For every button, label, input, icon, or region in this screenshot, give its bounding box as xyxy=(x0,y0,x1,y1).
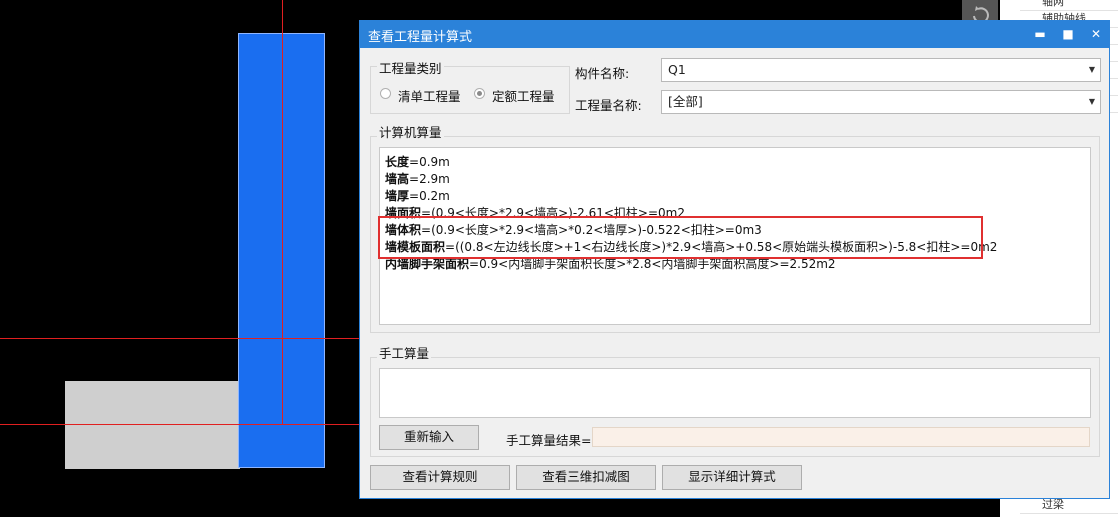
axis-line-vertical xyxy=(282,0,283,425)
radio-quota-quantity[interactable] xyxy=(474,88,485,99)
dialog-title: 查看工程量计算式 xyxy=(368,30,473,45)
chevron-down-icon[interactable]: ▼ xyxy=(1089,59,1095,81)
radio-list-quantity[interactable] xyxy=(380,88,391,99)
view-calc-rules-button[interactable]: 查看计算规则 xyxy=(370,465,510,490)
radio-quota-quantity-label[interactable]: 定额工程量 xyxy=(492,86,555,105)
slab-shape xyxy=(65,381,240,469)
close-icon[interactable]: ✕ xyxy=(1088,25,1104,43)
radio-list-quantity-label[interactable]: 清单工程量 xyxy=(398,86,461,105)
quantity-name-select[interactable]: [全部] ▼ xyxy=(661,90,1101,114)
calc-line: 长度=0.9m xyxy=(385,155,450,169)
axis-line-horizontal-1 xyxy=(0,338,360,339)
reenter-button[interactable]: 重新输入 xyxy=(379,425,479,450)
quantity-type-label: 工程量类别 xyxy=(377,58,444,77)
component-name-value: Q1 xyxy=(668,62,686,77)
manual-result-field[interactable] xyxy=(592,427,1090,447)
quantity-name-label: 工程量名称: xyxy=(575,98,642,113)
show-detailed-formula-button[interactable]: 显示详细计算式 xyxy=(662,465,802,490)
axis-line-horizontal-2 xyxy=(0,424,360,425)
manual-calc-label: 手工算量 xyxy=(377,343,432,362)
calc-line: 墙厚=0.2m xyxy=(385,189,450,203)
quantity-name-value: [全部] xyxy=(668,94,703,109)
chevron-down-icon[interactable]: ▼ xyxy=(1089,91,1095,113)
component-name-select[interactable]: Q1 ▼ xyxy=(661,58,1101,82)
maximize-icon[interactable]: ■ xyxy=(1060,25,1076,43)
calc-line: 墙高=2.9m xyxy=(385,172,450,186)
computer-calc-label: 计算机算量 xyxy=(377,122,444,141)
highlight-box xyxy=(378,216,983,259)
side-panel-item[interactable]: 轴网 xyxy=(1020,0,1118,11)
component-name-label: 构件名称: xyxy=(575,66,630,81)
side-panel-item[interactable]: 过梁 xyxy=(1020,497,1118,514)
calc-formula-dialog: 查看工程量计算式 ▬ ■ ✕ 工程量类别 清单工程量 定额工程量 构件名称: Q… xyxy=(359,20,1110,499)
manual-calc-textarea[interactable] xyxy=(379,368,1091,418)
view-3d-deduction-button[interactable]: 查看三维扣减图 xyxy=(516,465,656,490)
dialog-title-bar[interactable]: 查看工程量计算式 ▬ ■ ✕ xyxy=(360,21,1109,48)
minimize-icon[interactable]: ▬ xyxy=(1032,25,1048,43)
manual-result-label: 手工算量结果= xyxy=(506,433,592,448)
